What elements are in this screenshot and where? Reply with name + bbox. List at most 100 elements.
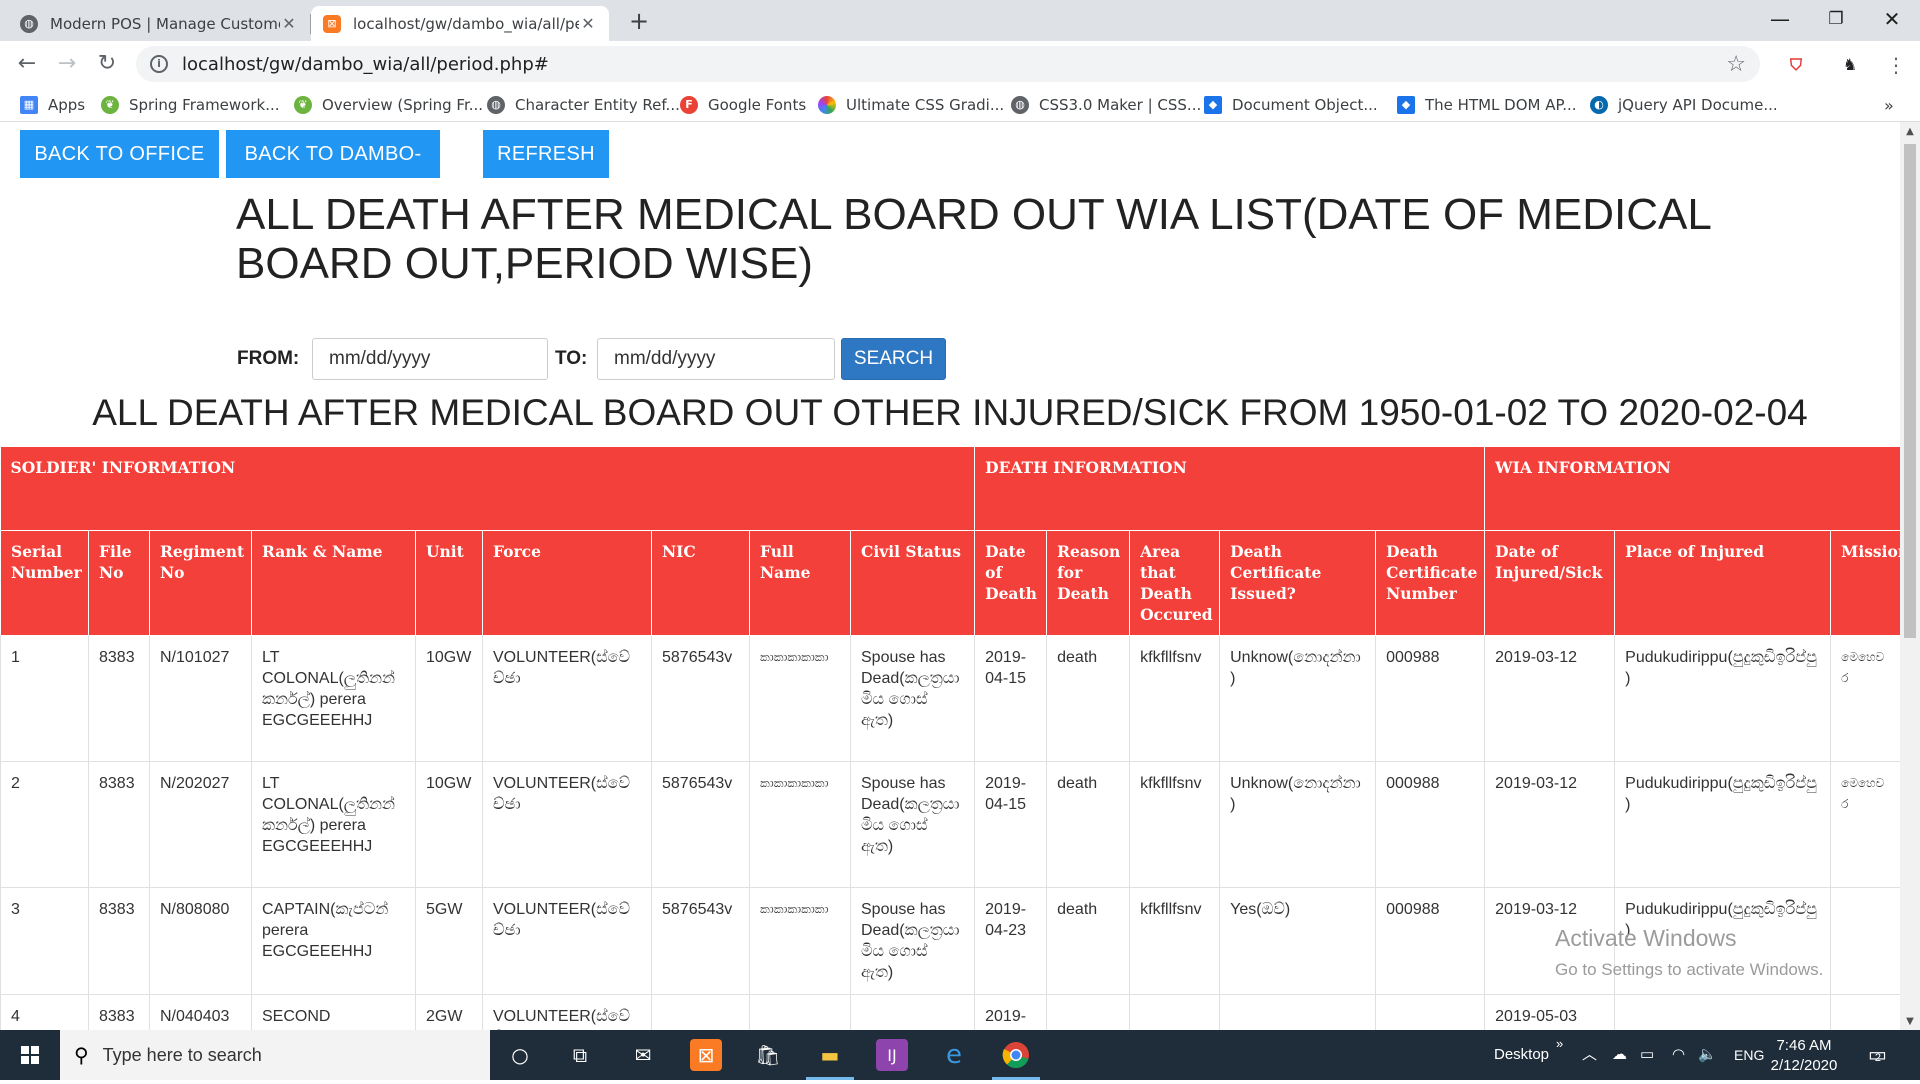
page-scrollbar[interactable]: ▲ ▼ xyxy=(1900,122,1920,1030)
from-date-input[interactable]: mm/dd/yyyy xyxy=(312,338,548,380)
date-injured-cell: 2019-03-12 xyxy=(1484,635,1616,762)
close-window-icon[interactable]: ✕ xyxy=(1864,0,1920,40)
bookmark-css3-maker[interactable]: ◍ CSS3.0 Maker | CSS... xyxy=(1011,93,1201,117)
place-injured-cell: Pudukudirippu(පුදුකුඩිඉරිප්පු) xyxy=(1614,761,1832,888)
date-injured-cell: 2019-03-12 xyxy=(1484,761,1616,888)
back-arrow-icon[interactable]: ← xyxy=(12,49,42,79)
cert-number-cell xyxy=(1375,994,1486,1030)
refresh-button[interactable]: REFRESH xyxy=(483,130,609,178)
system-clock[interactable]: 7:46 AM 2/12/2020 xyxy=(1762,1036,1846,1076)
nic-cell: 5876543v xyxy=(651,761,750,888)
scroll-down-arrow-icon[interactable]: ▼ xyxy=(1900,1016,1920,1027)
intellij-icon[interactable]: IJ xyxy=(876,1039,908,1071)
bookmark-apps[interactable]: ▦ Apps xyxy=(20,93,85,117)
back-to-dambo-wia-button[interactable]: BACK TO DAMBO-WIA xyxy=(226,130,440,213)
mail-icon[interactable]: ✉ xyxy=(627,1039,659,1071)
toolbar-expand-chevron-icon[interactable]: » xyxy=(1556,1030,1563,1080)
file-explorer-icon[interactable]: ▬ xyxy=(806,1039,854,1080)
to-date-input[interactable]: mm/dd/yyyy xyxy=(597,338,835,380)
column-header: NIC xyxy=(651,530,750,636)
url-text[interactable]: localhost/gw/dambo_wia/all/period.php# xyxy=(182,54,1726,75)
column-header: Unit xyxy=(415,530,483,636)
bookmark-spring-framework[interactable]: ❦ Spring Framework... xyxy=(101,93,280,117)
civil-status-cell: Spouse has Dead(කලත්‍රයා මිය ගොස් ඇත) xyxy=(849,887,976,995)
profile-avatar-icon[interactable]: ♞ xyxy=(1838,53,1862,77)
column-header: File No xyxy=(88,530,150,636)
bookmark-html-dom-api[interactable]: ◆ The HTML DOM AP... xyxy=(1397,93,1577,117)
pocket-extension-icon[interactable]: ⛉ xyxy=(1784,53,1808,77)
tab-title: Modern POS | Manage Customer xyxy=(50,14,280,33)
forward-arrow-icon[interactable]: → xyxy=(52,49,82,79)
reason-cell: death xyxy=(1046,635,1131,762)
file-no-cell: 8383 xyxy=(88,887,150,995)
search-icon: ⚲ xyxy=(74,1043,89,1067)
bookmark-star-icon[interactable]: ☆ xyxy=(1726,52,1746,77)
task-view-icon[interactable]: ⧉ xyxy=(564,1039,596,1071)
back-to-office-button[interactable]: BACK TO OFFICE xyxy=(20,130,219,178)
more-bookmarks-chevron-icon[interactable]: » xyxy=(1884,93,1894,117)
reason-cell: death xyxy=(1046,887,1131,995)
cert-number-cell: 000988 xyxy=(1375,761,1486,888)
maximize-icon[interactable]: ❐ xyxy=(1808,0,1864,40)
bookmark-google-fonts[interactable]: F Google Fonts xyxy=(680,93,806,117)
area-cell: kfkfllfsnv xyxy=(1129,887,1221,995)
bookmark-label: Overview (Spring Fr... xyxy=(322,96,484,114)
file-no-cell: 8383 xyxy=(88,761,150,888)
scroll-up-arrow-icon[interactable]: ▲ xyxy=(1900,126,1920,137)
desktop-toolbar-label[interactable]: Desktop xyxy=(1494,1030,1549,1080)
tray-up-arrow-icon[interactable]: ︿ xyxy=(1582,1030,1597,1080)
bookmark-label: jQuery API Docume... xyxy=(1618,96,1778,114)
google-fonts-icon: F xyxy=(680,96,698,114)
windows-start-button[interactable] xyxy=(0,1030,60,1080)
full-name-cell xyxy=(749,994,851,1030)
info-icon[interactable]: i xyxy=(150,55,168,73)
notification-center-icon[interactable]: ▭2 xyxy=(1868,1030,1887,1080)
column-header: Rank & Name xyxy=(251,530,416,636)
bookmark-character-entity[interactable]: ◍ Character Entity Ref... xyxy=(487,93,680,117)
clock-date: 2/12/2020 xyxy=(1770,1057,1838,1074)
page-viewport: BACK TO OFFICE BACK TO DAMBO-WIA REFRESH… xyxy=(0,122,1900,1030)
scrollbar-thumb[interactable] xyxy=(1904,144,1916,638)
edge-icon[interactable]: e xyxy=(938,1039,970,1071)
gradient-icon xyxy=(818,96,836,114)
from-label: FROM: xyxy=(237,348,300,369)
xampp-icon[interactable]: ⊠ xyxy=(690,1039,722,1071)
store-icon[interactable]: 🛍 xyxy=(752,1039,784,1071)
wifi-icon[interactable]: ◠ xyxy=(1672,1030,1685,1080)
menu-kebab-icon[interactable]: ⋮ xyxy=(1884,53,1908,77)
search-button[interactable]: SEARCH xyxy=(841,338,946,380)
bookmark-css-gradient[interactable]: Ultimate CSS Gradi... xyxy=(818,93,1004,117)
taskbar-search-box[interactable]: ⚲ Type here to search xyxy=(60,1030,490,1080)
force-cell: VOLUNTEER(ස්වේච්ඡා xyxy=(482,635,652,762)
notification-count: 2 xyxy=(1874,1052,1882,1064)
new-tab-icon[interactable]: + xyxy=(624,6,654,36)
language-indicator[interactable]: ENG xyxy=(1734,1030,1764,1080)
bookmark-spring-overview[interactable]: ❦ Overview (Spring Fr... xyxy=(294,93,483,117)
tab-modern-pos[interactable]: ◍ Modern POS | Manage Customer ✕ xyxy=(8,6,310,41)
cert-issued-cell: Unknow(නොදන්නා) xyxy=(1219,761,1377,888)
volume-icon[interactable]: 🔈 xyxy=(1698,1030,1717,1080)
close-tab-icon[interactable]: ✕ xyxy=(579,14,597,33)
column-header: Mission xyxy=(1830,530,1900,636)
onedrive-cloud-icon[interactable]: ☁ xyxy=(1612,1030,1627,1080)
tab-period-page[interactable]: ⊠ localhost/gw/dambo_wia/all/period.php#… xyxy=(311,6,609,41)
regiment-no-cell: N/202027 xyxy=(149,761,252,888)
address-bar[interactable]: i localhost/gw/dambo_wia/all/period.php#… xyxy=(136,46,1760,82)
chrome-icon[interactable] xyxy=(992,1039,1040,1080)
force-cell: VOLUNTEER(ස්වේච්ඡා xyxy=(482,761,652,888)
cortana-circle-icon[interactable]: ○ xyxy=(504,1039,536,1071)
serial-cell: 1 xyxy=(0,635,89,762)
column-header: Regiment No xyxy=(149,530,252,636)
reason-cell: death xyxy=(1046,761,1131,888)
mission-cell: මෙහෙවර xyxy=(1830,635,1900,762)
close-tab-icon[interactable]: ✕ xyxy=(280,14,298,33)
column-header: Death Certificate Issued? xyxy=(1219,530,1377,636)
battery-icon[interactable]: ▭ xyxy=(1640,1030,1654,1080)
column-header: Force xyxy=(482,530,652,636)
serial-cell: 2 xyxy=(0,761,89,888)
minimize-icon[interactable]: — xyxy=(1752,0,1808,40)
reload-icon[interactable]: ↻ xyxy=(92,49,122,79)
bookmark-jquery-api[interactable]: ◐ jQuery API Docume... xyxy=(1590,93,1778,117)
cert-number-cell: 000988 xyxy=(1375,635,1486,762)
bookmark-document-object[interactable]: ◆ Document Object... xyxy=(1204,93,1378,117)
